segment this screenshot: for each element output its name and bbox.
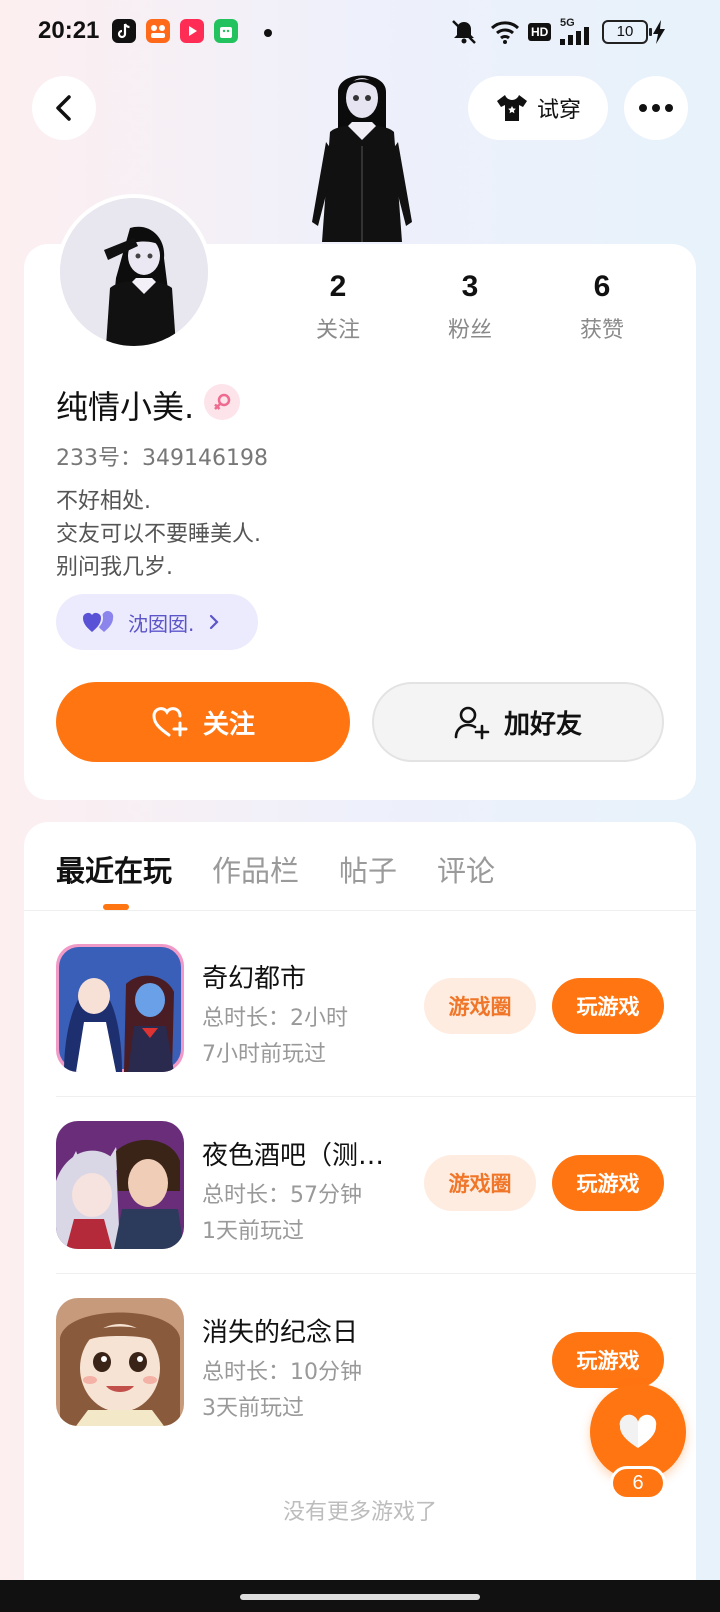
game-last-played: 1天前玩过 <box>202 1219 304 1244</box>
try-on-label: 试穿 <box>536 98 581 123</box>
add-friend-button[interactable]: 加好友 <box>372 682 664 762</box>
charging-icon <box>652 18 666 46</box>
chevron-right-icon <box>210 614 219 630</box>
bio-line: 别问我几岁. <box>56 555 173 580</box>
user-id: 233号：349146198 <box>56 446 268 471</box>
stat-followers-label: 粉丝 <box>447 318 492 343</box>
stat-likes-label: 获赞 <box>579 318 624 343</box>
heart-icon <box>619 1414 657 1448</box>
bio-line: 交友可以不要睡美人. <box>56 522 261 547</box>
notification-dot <box>264 29 272 37</box>
add-friend-label: 加好友 <box>503 709 582 740</box>
stat-following-count: 2 <box>329 270 347 303</box>
mute-icon <box>448 18 480 46</box>
more-dot <box>652 104 660 112</box>
play-game-button[interactable]: 玩游戏 <box>552 1332 664 1388</box>
store-icon <box>214 19 238 43</box>
tab-recent[interactable]: 最近在玩 <box>56 848 172 890</box>
game-last-played: 3天前玩过 <box>202 1396 304 1421</box>
tiktok-icon <box>112 19 136 43</box>
stat-likes-count: 6 <box>593 270 611 303</box>
game-row[interactable]: 夜色酒吧（测… 总时长：57分钟 1天前玩过 游戏圈 玩游戏 <box>56 1121 666 1249</box>
game-name: 奇幻都市 <box>202 964 307 994</box>
follow-label: 关注 <box>202 709 255 740</box>
video-icon <box>180 19 204 43</box>
follow-button[interactable]: 关注 <box>56 682 350 762</box>
home-indicator[interactable] <box>240 1594 480 1600</box>
username: 纯情小美. <box>56 388 195 426</box>
stat-followers[interactable]: 3 粉丝 <box>410 270 530 344</box>
game-circle-button[interactable]: 游戏圈 <box>424 1155 536 1211</box>
game-name: 夜色酒吧（测… <box>202 1141 385 1171</box>
add-user-icon <box>454 706 490 740</box>
no-more-games-text: 没有更多游戏了 <box>282 1500 437 1525</box>
heart-plus-icon <box>152 707 188 737</box>
bio-line: 不好相处. <box>56 489 151 514</box>
stat-followers-count: 3 <box>461 270 479 303</box>
game-circle-button[interactable]: 游戏圈 <box>424 978 536 1034</box>
back-button[interactable] <box>32 76 96 140</box>
play-game-button[interactable]: 玩游戏 <box>552 978 664 1034</box>
cp-name: 沈囡囡. <box>128 611 195 636</box>
game-icon <box>56 1121 184 1249</box>
game-name: 消失的纪念日 <box>202 1318 359 1348</box>
more-dot <box>665 104 673 112</box>
game-duration: 总时长：2小时 <box>202 1006 348 1031</box>
divider <box>56 1273 696 1274</box>
game-duration: 总时长：10分钟 <box>202 1360 362 1385</box>
app-icon <box>146 19 170 43</box>
tshirt-icon <box>496 95 527 121</box>
hd-icon: HD <box>528 18 552 46</box>
more-dot <box>639 104 647 112</box>
tab-bar: 最近在玩 作品栏 帖子 评论 <box>56 848 495 890</box>
female-icon <box>204 384 240 420</box>
game-row[interactable]: 消失的纪念日 总时长：10分钟 3天前玩过 玩游戏 <box>56 1298 666 1426</box>
avatar[interactable] <box>56 194 212 350</box>
tab-posts[interactable]: 帖子 <box>339 848 397 890</box>
game-row[interactable]: 奇幻都市 总时长：2小时 7小时前玩过 游戏圈 玩游戏 <box>56 944 666 1072</box>
battery-indicator: 10 <box>602 20 652 44</box>
chevron-left-icon <box>56 95 71 121</box>
double-heart-icon <box>83 611 114 632</box>
stat-likes[interactable]: 6 获赞 <box>542 270 662 344</box>
play-game-button[interactable]: 玩游戏 <box>552 1155 664 1211</box>
status-time: 20:21 <box>38 17 100 44</box>
avatar-figure <box>300 62 424 244</box>
game-icon <box>56 944 184 1072</box>
tab-works[interactable]: 作品栏 <box>212 848 299 890</box>
try-on-button[interactable]: 试穿 <box>468 76 608 140</box>
like-count-badge: 6 <box>610 1466 666 1500</box>
game-last-played: 7小时前玩过 <box>202 1042 326 1067</box>
divider <box>24 910 696 911</box>
wifi-icon <box>490 18 520 46</box>
more-options-button[interactable] <box>624 76 688 140</box>
divider <box>56 1096 696 1097</box>
bio: 不好相处. 交友可以不要睡美人. 别问我几岁. <box>56 485 261 584</box>
game-icon <box>56 1298 184 1426</box>
stat-following-label: 关注 <box>315 318 360 343</box>
game-duration: 总时长：57分钟 <box>202 1183 362 1208</box>
status-bar: 20:21 HD 5G 10 <box>0 0 720 64</box>
stat-following[interactable]: 2 关注 <box>278 270 398 344</box>
tab-comments[interactable]: 评论 <box>437 848 495 890</box>
signal-5g-icon: 5G <box>560 17 594 46</box>
cp-relationship-chip[interactable]: 沈囡囡. <box>56 594 258 650</box>
